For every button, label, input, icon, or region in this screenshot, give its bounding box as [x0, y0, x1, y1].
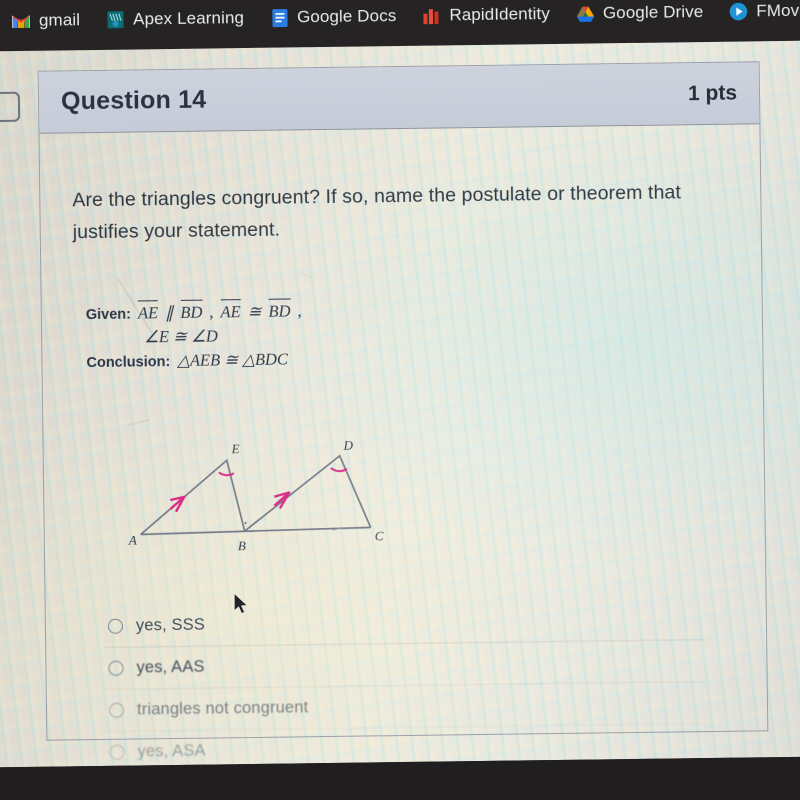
bookmark-gmail[interactable]: gmail: [12, 10, 80, 31]
question-card: Question 14 1 pts Are the triangles cong…: [37, 61, 769, 773]
radio-button[interactable]: [109, 744, 125, 760]
congruent-symbol-1: ≅: [247, 301, 262, 322]
question-body: Are the triangles congruent? If so, name…: [39, 124, 767, 773]
bookmark-label: RapidIdentity: [449, 4, 551, 25]
segment-ae-2: AE: [220, 299, 241, 325]
question-title: Question 14: [60, 85, 207, 116]
svg-text:C: C: [375, 528, 384, 543]
rapididentity-icon: [422, 6, 441, 25]
svg-text:E: E: [231, 441, 240, 456]
comma-2: ,: [297, 301, 302, 321]
given-line-1: Given: AE ∥ BD , AE ≅ BD ,: [86, 298, 302, 326]
bookmark-google-docs[interactable]: Google Docs: [270, 6, 397, 28]
question-header: Question 14 1 pts: [38, 62, 760, 134]
bookmark-label: FMovies: [756, 0, 800, 21]
conclusion-line: Conclusion: △AEB ≅ △BDC: [86, 348, 302, 375]
question-points-badge: 1 pts: [687, 81, 738, 105]
radio-button[interactable]: [108, 702, 125, 718]
bookmark-rapididentity[interactable]: RapidIdentity: [422, 4, 550, 26]
bookmark-fmovies[interactable]: FMovies: [729, 1, 800, 22]
conclusion-label: Conclusion:: [86, 354, 171, 372]
mouse-cursor: [233, 592, 250, 621]
segment-bd-2: BD: [268, 298, 291, 324]
comma-1: ,: [209, 302, 214, 322]
radio-button[interactable]: [107, 618, 124, 634]
given-line-2: ∠E ≅ ∠D: [86, 323, 302, 350]
svg-text:B: B: [238, 538, 246, 553]
answer-options-list: yes, SSS yes, AAS triangles not congruen…: [104, 597, 706, 773]
apex-learning-icon: [106, 10, 125, 29]
google-docs-icon: [270, 8, 289, 27]
screenshot-photo: gmail Apex Learning Google Docs RapidIde…: [0, 0, 800, 800]
bookmark-label: Google Docs: [296, 6, 397, 27]
bookmark-label: gmail: [38, 10, 81, 30]
answer-option-label: yes, SSS: [135, 615, 206, 635]
segment-bd-1: BD: [180, 299, 203, 325]
answer-option-label: yes, AAS: [136, 657, 205, 677]
svg-text:D: D: [342, 438, 353, 453]
question-prompt: Are the triangles congruent? If so, name…: [72, 181, 682, 243]
given-conclusion-block: Given: AE ∥ BD , AE ≅ BD , ∠E ≅ ∠D Concl…: [86, 298, 303, 374]
google-drive-icon: [576, 4, 595, 23]
bookmark-label: Google Drive: [602, 2, 704, 23]
segment-ae-1: AE: [137, 300, 159, 326]
conclusion-statement: △AEB ≅ △BDC: [177, 349, 289, 371]
answer-option-label: triangles not congruent: [136, 698, 309, 719]
radio-button[interactable]: [108, 660, 124, 676]
bookmark-google-drive[interactable]: Google Drive: [576, 2, 704, 24]
gmail-icon: [12, 11, 31, 30]
answer-option-label: yes, ASA: [137, 741, 206, 761]
triangle-diagram: A E B D C: [125, 435, 391, 556]
sidebar-toggle-handle[interactable]: [0, 91, 21, 123]
svg-text:A: A: [128, 532, 137, 547]
bookmark-apex-learning[interactable]: Apex Learning: [106, 8, 244, 30]
parallel-symbol: ∥: [164, 302, 174, 323]
fmovies-play-icon: [729, 2, 748, 21]
bookmark-label: Apex Learning: [132, 8, 245, 29]
angle-congruence: ∠E ≅ ∠D: [144, 326, 218, 347]
given-label: Given:: [85, 306, 132, 324]
